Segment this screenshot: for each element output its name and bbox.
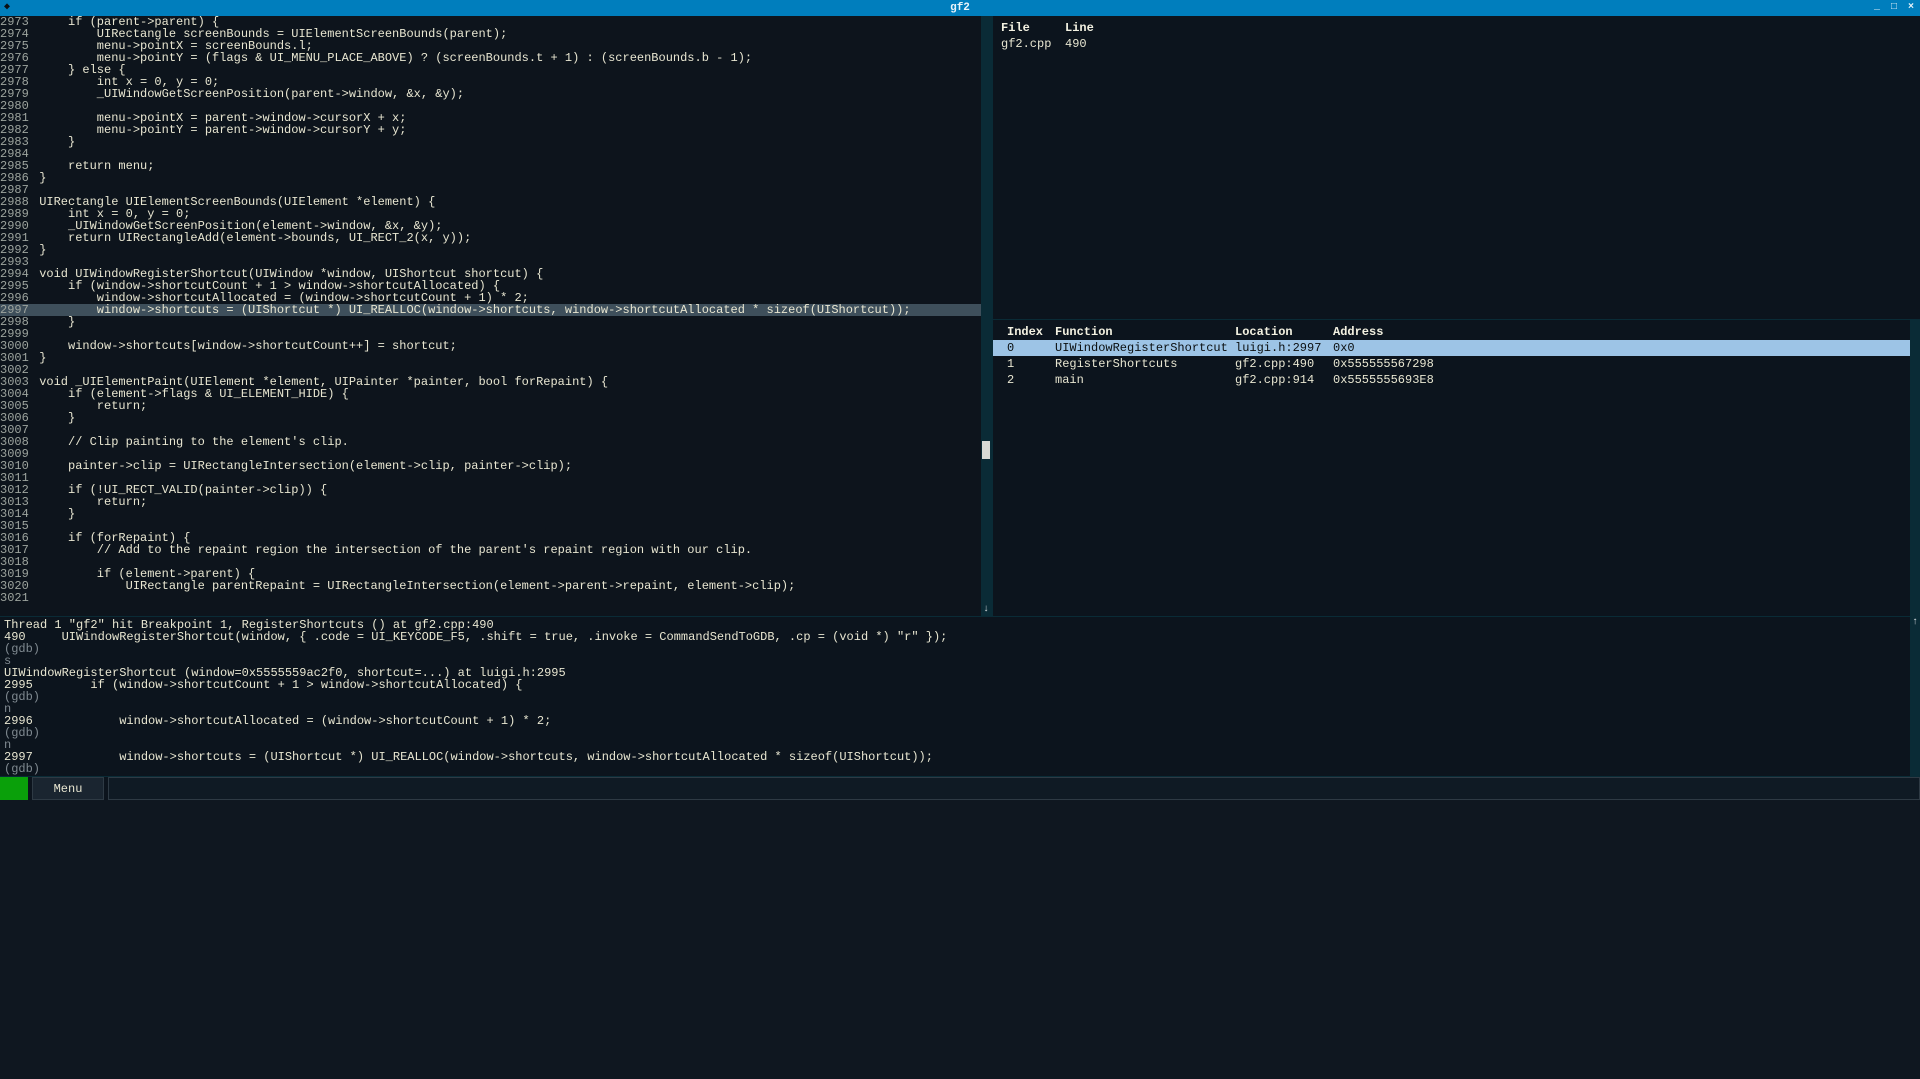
terminal-line: 2995 if (window->shortcutCount + 1 > win… [4,679,1916,691]
window-title: gf2 [950,2,970,14]
source-line[interactable]: 3021 [0,592,991,604]
line-text [32,592,39,604]
stack-scrollbar[interactable] [1910,320,1920,616]
files-row[interactable]: gf2.cpp490 [1001,36,1912,52]
source-line[interactable]: 3014 } [0,508,991,520]
source-line[interactable]: 3001 } [0,352,991,364]
stack-row-location: gf2.cpp:490 [1235,357,1333,371]
stack-row-index: 0 [1007,341,1055,355]
stack-row[interactable]: 1RegisterShortcutsgf2.cpp:4900x555555567… [993,356,1920,372]
scrollbar-down-icon[interactable]: ↓ [981,604,991,616]
stack-head-location: Location [1235,325,1333,339]
stack-row-index: 1 [1007,357,1055,371]
command-input[interactable] [108,777,1920,800]
stack-row-function: UIWindowRegisterShortcut [1055,341,1235,355]
stack-row-location: gf2.cpp:914 [1235,373,1333,387]
stack-row-function: main [1055,373,1235,387]
terminal-line: (gdb) [4,691,1916,703]
line-text: return UIRectangleAdd(element->bounds, U… [32,232,471,244]
terminal-line: (gdb) [4,727,1916,739]
scrollbar-up-icon[interactable]: ↑ [1910,617,1920,629]
source-line[interactable]: 2998 } [0,316,991,328]
terminal-line: 2996 window->shortcutAllocated = (window… [4,715,1916,727]
source-line[interactable]: 3017 // Add to the repaint region the in… [0,544,991,556]
run-status-indicator[interactable] [0,777,28,800]
source-line[interactable]: 3000 window->shortcuts[window->shortcutC… [0,340,991,352]
titlebar-appmenu-icon[interactable]: ◆ [0,1,14,15]
source-line[interactable]: 3004 if (element->flags & UI_ELEMENT_HID… [0,388,991,400]
stack-head-address: Address [1333,325,1453,339]
line-text: menu->pointY = parent->window->cursorY +… [32,124,406,136]
line-text: UIRectangle parentRepaint = UIRectangleI… [32,580,795,592]
files-row-line: 490 [1065,37,1125,51]
files-head-file: File [1001,21,1065,35]
source-line[interactable]: 3013 return; [0,496,991,508]
files-pane[interactable]: File Line gf2.cpp490 [993,16,1920,320]
source-line[interactable]: 3006 } [0,412,991,424]
source-line[interactable]: 2997 window->shortcuts = (UIShortcut *) … [0,304,991,316]
line-text: menu->pointY = (flags & UI_MENU_PLACE_AB… [32,52,752,64]
files-head-line: Line [1065,21,1125,35]
line-text: // Clip painting to the element's clip. [32,436,349,448]
bottom-bar: Menu [0,776,1920,800]
line-text: _UIWindowGetScreenPosition(parent->windo… [32,88,464,100]
gdb-terminal[interactable]: Thread 1 "gf2" hit Breakpoint 1, Registe… [0,616,1920,776]
source-line[interactable]: 3008 // Clip painting to the element's c… [0,436,991,448]
stack-head-function: Function [1055,325,1235,339]
stack-head-index: Index [1007,325,1055,339]
source-line[interactable]: 2976 menu->pointY = (flags & UI_MENU_PLA… [0,52,991,64]
stack-pane[interactable]: Index Function Location Address 0UIWindo… [993,320,1920,616]
line-text: window->shortcuts[window->shortcutCount+… [32,340,457,352]
terminal-line: 490 UIWindowRegisterShortcut(window, { .… [4,631,1916,643]
source-line[interactable]: 2983 } [0,136,991,148]
source-line[interactable]: 3010 painter->clip = UIRectangleIntersec… [0,460,991,472]
close-icon[interactable]: × [1903,1,1919,15]
terminal-line: (gdb) [4,643,1916,655]
source-pane[interactable]: 2973 if (parent->parent) {2974 UIRectang… [0,16,992,616]
terminal-line: (gdb) [4,763,1916,775]
line-text: window->shortcuts = (UIShortcut *) UI_RE… [32,304,911,316]
terminal-line: 2997 window->shortcuts = (UIShortcut *) … [4,751,1916,763]
line-text: painter->clip = UIRectangleIntersection(… [32,460,572,472]
stack-row-address: 0x555555567298 [1333,357,1453,371]
minimize-icon[interactable]: _ [1869,1,1885,15]
line-text: // Add to the repaint region the interse… [32,544,752,556]
stack-row-address: 0x5555555693E8 [1333,373,1453,387]
source-line[interactable]: 2992 } [0,244,991,256]
stack-row-address: 0x0 [1333,341,1453,355]
source-line[interactable]: 2979 _UIWindowGetScreenPosition(parent->… [0,88,991,100]
stack-row[interactable]: 0UIWindowRegisterShortcutluigi.h:29970x0 [993,340,1920,356]
source-scrollbar-thumb[interactable] [982,441,990,459]
source-scrollbar[interactable]: ↓ [981,16,991,616]
main-split: 2973 if (parent->parent) {2974 UIRectang… [0,16,1920,616]
stack-row-index: 2 [1007,373,1055,387]
line-text: return menu; [32,160,154,172]
source-line[interactable]: 2982 menu->pointY = parent->window->curs… [0,124,991,136]
source-line[interactable]: 2986 } [0,172,991,184]
source-line[interactable]: 2985 return menu; [0,160,991,172]
source-line[interactable]: 3012 if (!UI_RECT_VALID(painter->clip)) … [0,484,991,496]
source-line[interactable]: 2991 return UIRectangleAdd(element->boun… [0,232,991,244]
maximize-icon[interactable]: □ [1886,1,1902,15]
source-line[interactable]: 3020 UIRectangle parentRepaint = UIRecta… [0,580,991,592]
menu-button[interactable]: Menu [32,777,104,800]
source-line[interactable]: 3005 return; [0,400,991,412]
stack-row[interactable]: 2maingf2.cpp:9140x5555555693E8 [993,372,1920,388]
stack-row-location: luigi.h:2997 [1235,341,1333,355]
terminal-scrollbar[interactable]: ↑ [1910,617,1920,776]
titlebar: ◆ gf2 _ □ × [0,0,1920,16]
menu-button-label: Menu [54,782,83,796]
files-row-file: gf2.cpp [1001,37,1065,51]
line-number: 3021 [0,592,32,604]
right-column: File Line gf2.cpp490 Index Function Loca… [992,16,1920,616]
stack-row-function: RegisterShortcuts [1055,357,1235,371]
